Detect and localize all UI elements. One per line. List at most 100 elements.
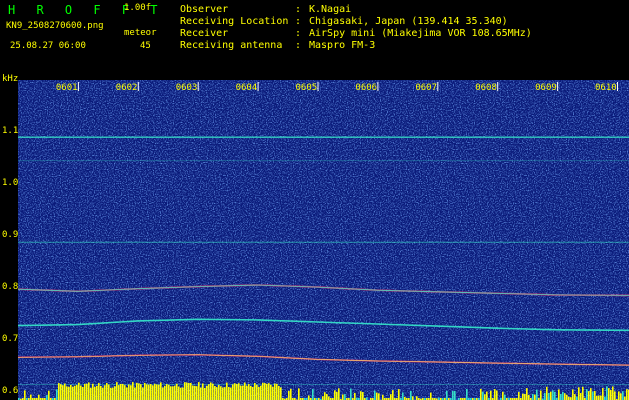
meteor-echo-bar [72, 386, 74, 400]
meteor-echo-bar [238, 383, 240, 400]
frequency-tick-label: 0.8 [2, 282, 19, 293]
meteor-echo-bar [242, 385, 244, 400]
meteor-echo-bar [298, 388, 300, 400]
meteor-echo-bar [558, 389, 560, 400]
meteor-echo-bar [46, 395, 48, 400]
meteor-echo-bar [234, 383, 236, 400]
meteor-echo-bar [618, 391, 620, 400]
meteor-echo-bar [124, 385, 126, 400]
meteor-echo-bar [176, 383, 178, 400]
time-tick-mark [617, 82, 619, 91]
meteor-echo-bar [410, 390, 412, 400]
meteor-echo-bar [106, 382, 108, 400]
info-row-antenna: Receiving antenna: Maspro FM-3 [180, 40, 376, 51]
time-tick-label: 0603 [176, 83, 198, 93]
meteor-echo-bar [172, 386, 174, 400]
meteor-echo-bar [102, 387, 104, 400]
meteor-echo-bar [596, 395, 598, 400]
meteor-echo-bar [82, 386, 84, 400]
meteor-echo-bar [64, 383, 66, 400]
meteor-echo-bar [84, 383, 86, 400]
meteor-echo-bar [60, 384, 62, 400]
time-tick-mark [497, 82, 499, 91]
meteor-echo-bar [216, 387, 218, 400]
meteor-echo-bar [546, 386, 548, 400]
meteor-echo-bar [112, 387, 114, 400]
meteor-echo-bar [624, 396, 626, 400]
meteor-echo-bar [212, 383, 214, 400]
meteor-echo-bar [196, 386, 198, 400]
meteor-echo-bar [208, 384, 210, 400]
meteor-echo-bar [564, 393, 566, 400]
meteor-echo-bar [190, 382, 192, 400]
time-tick-label: 0601 [56, 83, 78, 93]
meteor-echo-bar [342, 394, 344, 400]
meteor-echo-bar [610, 389, 612, 400]
meteor-echo-bar [88, 382, 90, 400]
meteor-echo-bar [164, 385, 166, 400]
time-tick-mark [77, 82, 79, 91]
meteor-echo-bar [586, 389, 588, 400]
meteor-echo-bar [534, 394, 536, 400]
meteor-echo-bar [170, 386, 172, 400]
meteor-echo-bar [128, 384, 130, 400]
meteor-echo-bar [174, 385, 176, 400]
info-value: Chigasaki, Japan (139.414 35.340) [309, 16, 508, 27]
meteor-echo-bar [398, 389, 400, 400]
meteor-echo-bar [354, 392, 356, 400]
meteor-echo-bar [486, 391, 488, 400]
meteor-echo-bar [578, 387, 580, 400]
observation-datetime: 25.08.27 06:00 [10, 41, 86, 51]
meteor-echo-bar [206, 385, 208, 400]
meteor-echo-bar [290, 388, 292, 400]
meteor-echo-bar [256, 384, 258, 400]
meteor-echo-bar [178, 386, 180, 400]
meteor-echo-bar [78, 382, 80, 400]
meteor-echo-bar [560, 394, 562, 400]
meteor-echo-bar [466, 388, 468, 400]
meteor-echo-bar [214, 385, 216, 400]
meteor-echo-bar [336, 391, 338, 400]
meteor-echo-bar [454, 390, 456, 400]
meteor-echo-bar [218, 384, 220, 400]
meteor-echo-bar [134, 387, 136, 400]
meteor-echo-bar [566, 394, 568, 400]
meteor-echo-bar [160, 382, 162, 400]
meteor-echo-bar [452, 390, 454, 400]
frequency-tick-label: 0.9 [2, 230, 19, 241]
meteor-echo-bar [482, 391, 484, 400]
time-tick-mark [137, 82, 139, 91]
meteor-echo-bar [94, 386, 96, 400]
meteor-echo-bar [612, 386, 614, 400]
frequency-unit-label: kHz [2, 74, 19, 84]
meteor-echo-bar [236, 383, 238, 400]
meteor-echo-bar [162, 387, 164, 400]
time-tick-label: 0602 [116, 83, 138, 93]
meteor-echo-bar [120, 383, 122, 400]
info-value: K.Nagai [309, 4, 352, 15]
time-tick-mark [437, 82, 439, 91]
meteor-echo-bar [152, 385, 154, 400]
meteor-echo-bar [148, 384, 150, 400]
image-filename: KN9_2508270600.png [6, 21, 104, 31]
meteor-echo-bar [68, 386, 70, 400]
meteor-echo-bar [168, 384, 170, 400]
time-tick-label: 0604 [236, 83, 258, 93]
meteor-echo-bar [272, 386, 274, 400]
meteor-echo-bar [614, 391, 616, 400]
time-tick-mark [317, 82, 319, 91]
meteor-echo-bar [344, 394, 346, 400]
meteor-echo-bar [376, 392, 378, 400]
meteor-echo-bar [604, 396, 606, 400]
meteor-echo-bar [86, 383, 88, 400]
meteor-echo-bar [606, 386, 608, 400]
info-key: Receiver [180, 28, 229, 39]
frequency-tick-label: 0.6 [2, 386, 19, 397]
frequency-tick-label: 0.7 [2, 334, 19, 345]
meteor-echo-bar [392, 390, 394, 400]
meteor-echo-bar [92, 383, 94, 400]
meteor-echo-bar [338, 388, 340, 400]
meteor-echo-bar [576, 396, 578, 400]
meteor-echo-bar [142, 387, 144, 400]
info-row-receiver: Receiver: AirSpy mini (Miakejima VOR 108.… [180, 28, 532, 39]
